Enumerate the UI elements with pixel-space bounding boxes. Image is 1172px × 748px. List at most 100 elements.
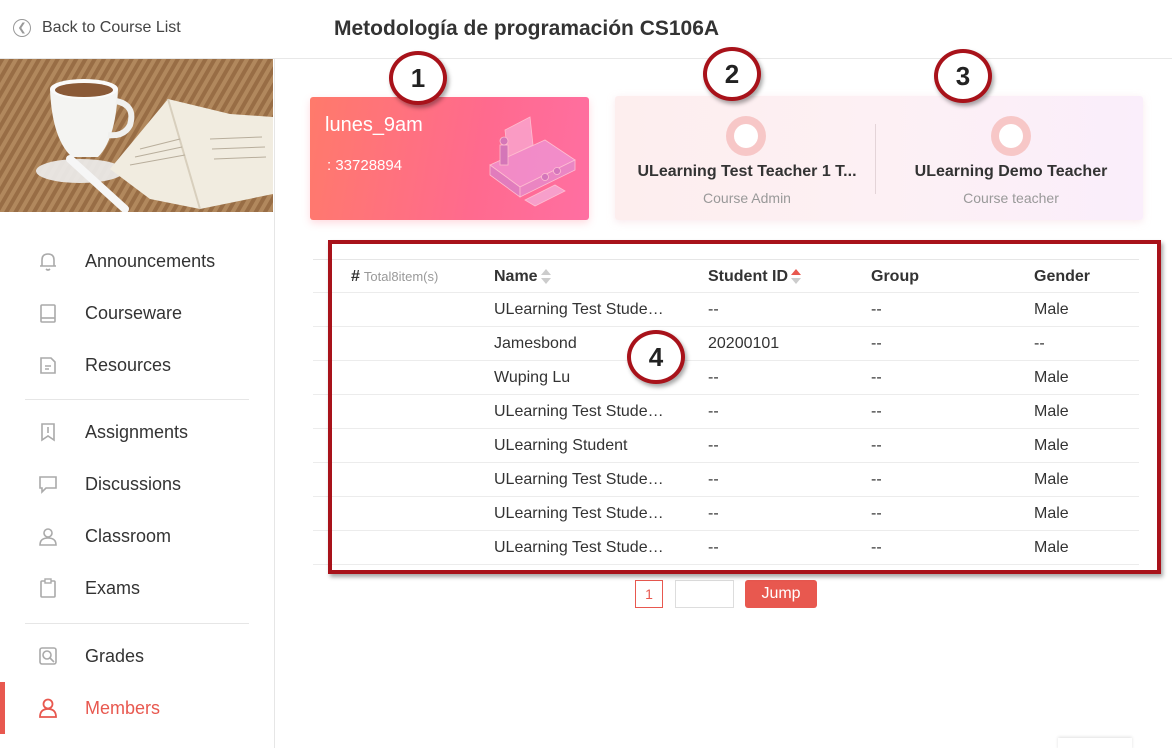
class-code: : 33728894: [327, 157, 403, 174]
teachers-card: ULearning Test Teacher 1 T... Course Adm…: [615, 96, 1143, 220]
member-student-id: --: [708, 539, 719, 556]
member-gender: Male: [1034, 369, 1069, 386]
teacher-course-teacher[interactable]: ULearning Demo Teacher Course teacher: [879, 96, 1143, 220]
sidebar-item-label: Discussions: [85, 473, 182, 494]
jump-page-input[interactable]: [675, 580, 734, 608]
bookmark-icon: [41, 423, 55, 442]
sidebar-item-label: Resources: [85, 354, 172, 375]
sidebar-item-assignments[interactable]: Assignments: [0, 412, 274, 452]
sidebar: Announcements Courseware Resources Assig…: [0, 59, 275, 748]
back-to-course-list-link[interactable]: ❮ Back to Course List: [13, 19, 181, 37]
teacher-role: Course Admin: [703, 190, 791, 206]
member-group: --: [871, 335, 882, 352]
sidebar-item-exams[interactable]: Exams: [0, 568, 274, 608]
teacher-name: ULearning Demo Teacher: [914, 163, 1108, 180]
sort-ascending-icon[interactable]: [791, 268, 801, 285]
column-header-student-id[interactable]: Student ID: [708, 268, 838, 286]
top-bar: ❮ Back to Course List Metodología de pro…: [0, 0, 1172, 59]
member-student-id: --: [708, 505, 719, 522]
members-page: ❮ Back to Course List Metodología de pro…: [0, 0, 1172, 748]
teacher-role: Course teacher: [963, 190, 1059, 206]
sidebar-item-label: Assignments: [85, 421, 189, 442]
member-group: --: [871, 539, 882, 556]
sidebar-item-label: Grades: [85, 645, 145, 666]
sidebar-item-label: Exams: [85, 577, 141, 598]
back-arrow-icon: ❮: [13, 19, 31, 37]
classroom-illustration-icon: [489, 116, 576, 207]
class-card[interactable]: lunes_9am : 33728894: [310, 97, 589, 220]
member-student-id: --: [708, 301, 719, 318]
member-gender: Male: [1034, 403, 1069, 420]
member-student-id: --: [708, 403, 719, 420]
member-student-id: --: [708, 437, 719, 454]
member-name: ULearning Student: [494, 437, 628, 454]
user-icon: [39, 698, 57, 718]
sidebar-item-classroom[interactable]: Classroom: [0, 516, 274, 556]
chat-icon: [39, 476, 57, 494]
table-row[interactable]: 6ULearning Test Stude…----Male: [313, 463, 1139, 497]
sidebar-item-members[interactable]: Members: [0, 682, 274, 734]
member-student-id: 20200101: [708, 335, 780, 352]
bell-icon: [40, 253, 56, 271]
member-gender: Male: [1034, 539, 1069, 556]
person-icon: [39, 528, 57, 546]
page-number-button[interactable]: 1: [635, 580, 663, 608]
member-gender: Male: [1034, 437, 1069, 454]
course-cover-image: [0, 59, 273, 212]
member-student-id: --: [708, 471, 719, 488]
member-group: --: [871, 403, 882, 420]
name-header-label: Name: [494, 268, 538, 285]
total-count: Total8item(s): [363, 269, 439, 284]
sidebar-item-label: Announcements: [85, 250, 216, 271]
member-group: --: [871, 471, 882, 488]
table-row[interactable]: 4ULearning Test Stude…----Male: [313, 395, 1139, 429]
book-icon: [40, 304, 56, 323]
member-name: ULearning Test Stude…: [494, 505, 664, 522]
column-header-name[interactable]: Name: [494, 268, 676, 286]
annotation-marker: 3: [934, 49, 992, 103]
floating-widget[interactable]: [1058, 738, 1132, 748]
table-header: # Total8item(s) Name Student ID Group Gen…: [313, 259, 1139, 293]
sidebar-item-courseware[interactable]: Courseware: [0, 293, 274, 333]
member-gender: Male: [1034, 471, 1069, 488]
member-name: ULearning Test Stude…: [494, 403, 664, 420]
table-row[interactable]: 1ULearning Test Stude…----Male: [313, 293, 1139, 327]
sidebar-item-resources[interactable]: Resources: [0, 345, 274, 385]
table-row[interactable]: 8ULearning Test Stude…----Male: [313, 531, 1139, 565]
member-group: --: [871, 437, 882, 454]
sidebar-item-announcements[interactable]: Announcements: [0, 241, 274, 281]
annotation-marker: 2: [703, 47, 761, 101]
student-id-header-label: Student ID: [708, 268, 788, 285]
sidebar-item-label: Members: [85, 697, 161, 718]
member-student-id: --: [708, 369, 719, 386]
table-row[interactable]: 5ULearning Student----Male: [313, 429, 1139, 463]
teacher-separator: [875, 124, 876, 194]
sidebar-divider: [25, 623, 249, 624]
member-group: --: [871, 505, 882, 522]
member-group: --: [871, 369, 882, 386]
page-title: Metodología de programación CS106A: [334, 17, 720, 40]
member-gender: --: [1034, 335, 1045, 352]
magnifier-icon: [39, 647, 57, 665]
member-gender: Male: [1034, 505, 1069, 522]
table-row[interactable]: 3Wuping Lu----Male: [313, 361, 1139, 395]
table-row[interactable]: 2Jamesbond20200101----: [313, 327, 1139, 361]
teacher-course-admin[interactable]: ULearning Test Teacher 1 T... Course Adm…: [615, 96, 879, 220]
sort-icon[interactable]: [540, 268, 551, 285]
column-header-number: # Total8item(s): [351, 268, 451, 286]
sidebar-item-grades[interactable]: Grades: [0, 636, 274, 676]
member-gender: Male: [1034, 301, 1069, 318]
avatar: [726, 116, 766, 156]
table-row[interactable]: 7ULearning Test Stude…----Male: [313, 497, 1139, 531]
sidebar-item-label: Classroom: [85, 525, 172, 546]
teacher-name: ULearning Test Teacher 1 T...: [637, 163, 857, 180]
sidebar-item-discussions[interactable]: Discussions: [0, 464, 274, 504]
avatar: [991, 116, 1031, 156]
clipboard-icon: [40, 578, 56, 598]
class-name: lunes_9am: [325, 114, 423, 136]
number-symbol: #: [351, 268, 360, 285]
jump-button[interactable]: Jump: [745, 580, 817, 608]
column-header-group: Group: [871, 268, 919, 285]
back-label: Back to Course List: [42, 19, 181, 36]
annotation-marker: 4: [627, 330, 685, 384]
